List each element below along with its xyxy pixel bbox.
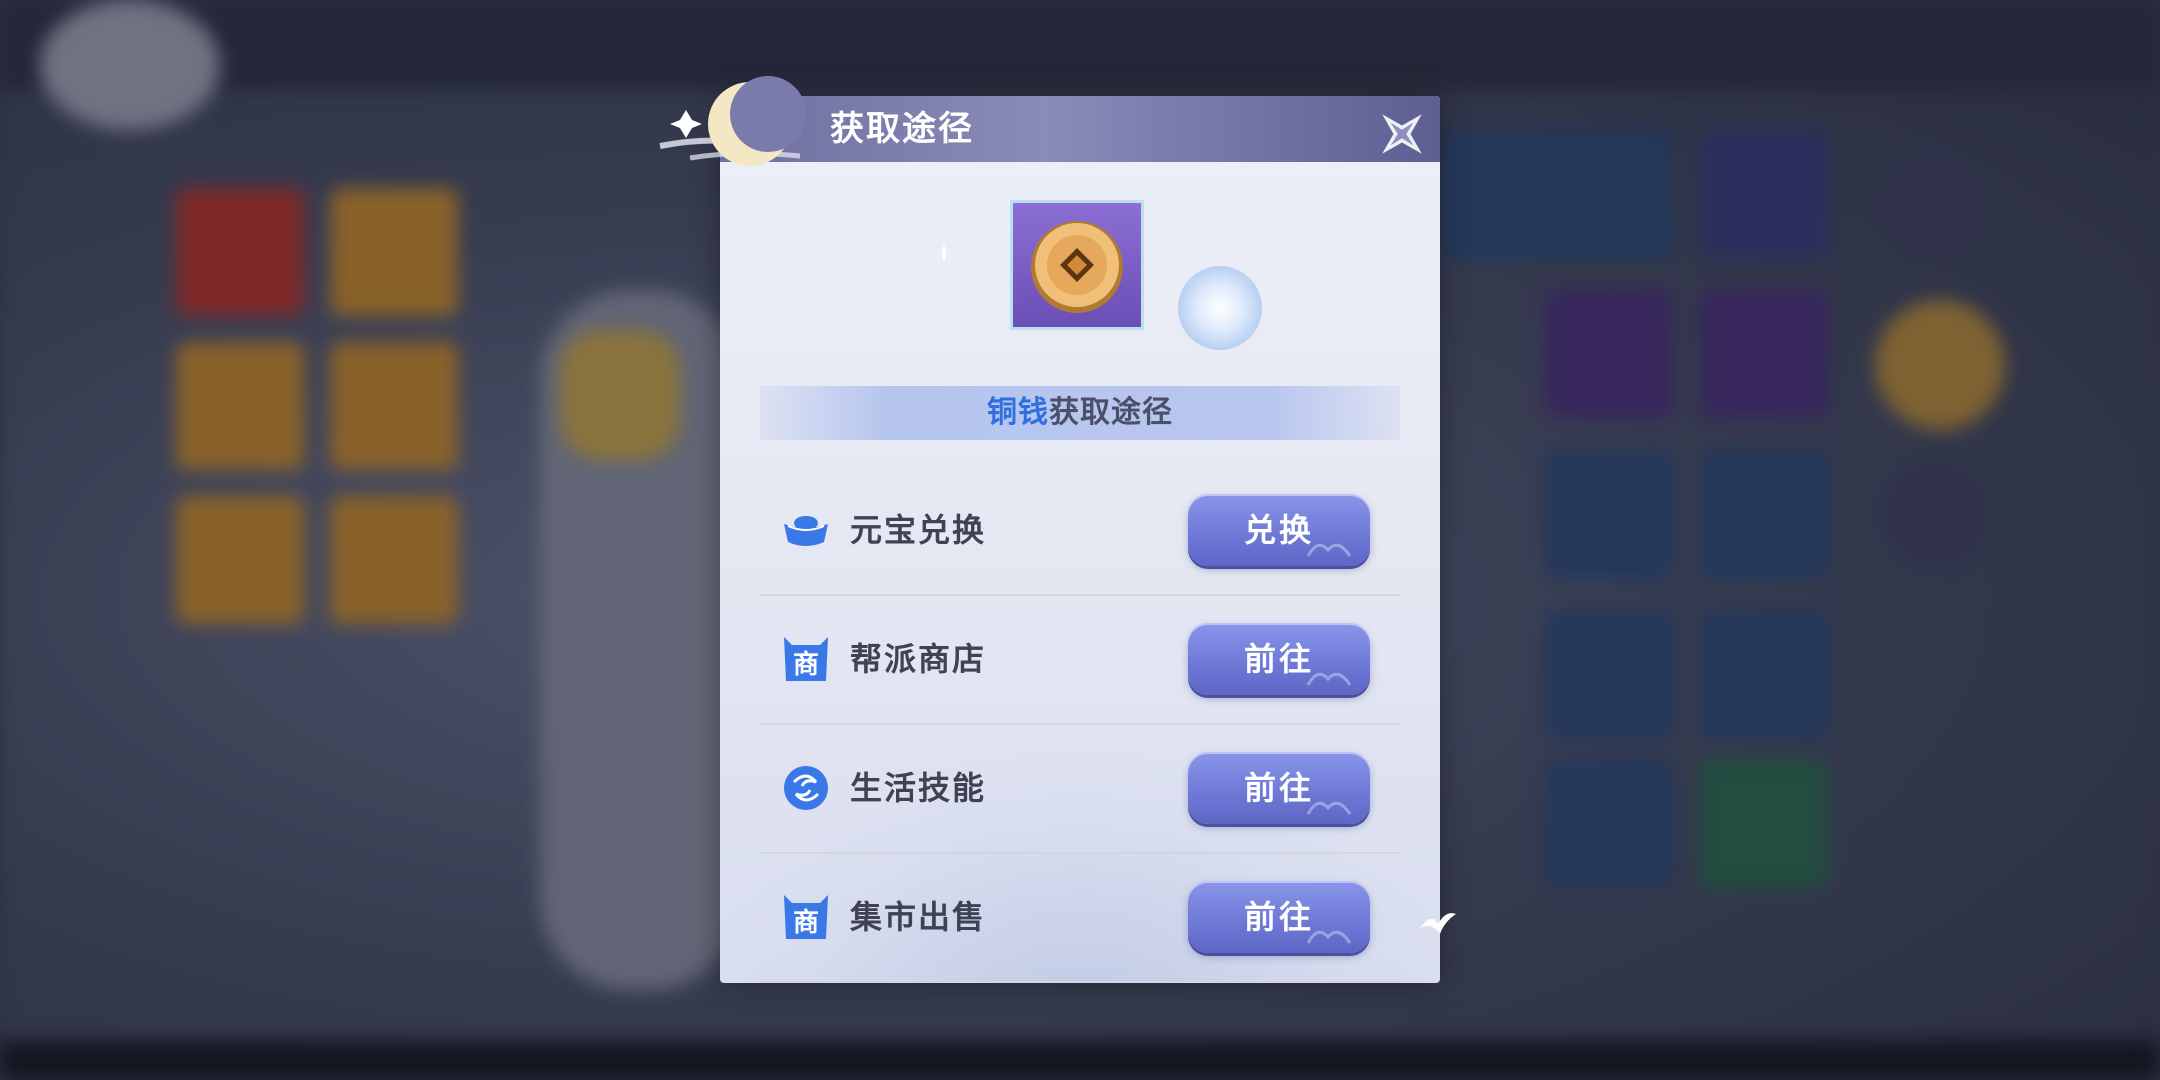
crescent-moon-icon: [659, 76, 806, 166]
source-label: 帮派商店: [850, 640, 987, 678]
source-label: 生活技能: [850, 769, 987, 807]
source-row: 生活技能 前往: [760, 724, 1400, 854]
item-slot[interactable]: [1010, 200, 1144, 330]
acquisition-dialog: 获取途径 铜钱获取途径 元宝兑换 兑换 商 帮派商店 前往 生活技能 前往 商 …: [659, 76, 1456, 983]
wave-icon: [1306, 672, 1352, 686]
source-row: 元宝兑换 兑换: [760, 466, 1400, 596]
sparkle-icon: [942, 242, 946, 264]
bird-deco-icon: [1420, 913, 1456, 934]
svg-text:商: 商: [793, 649, 819, 680]
close-icon: [1382, 114, 1422, 154]
item-name: 铜钱: [987, 395, 1049, 430]
close-button[interactable]: [1370, 102, 1434, 166]
section-title: 铜钱获取途径: [760, 386, 1400, 440]
button-label: 前往: [1243, 640, 1314, 678]
source-label: 集市出售: [850, 898, 987, 936]
shop-icon: 商: [784, 637, 828, 681]
copper-coin-icon: [1031, 221, 1123, 313]
wave-icon: [1306, 543, 1352, 557]
source-row: 商 集市出售 前往: [760, 853, 1400, 983]
source-row: 商 帮派商店 前往: [760, 595, 1400, 725]
swirl-skill-icon: [784, 766, 828, 810]
go-button[interactable]: 前往: [1188, 623, 1370, 695]
dialog-title: 获取途径: [830, 109, 974, 149]
exchange-button[interactable]: 兑换: [1188, 494, 1370, 566]
wave-icon: [1306, 801, 1352, 815]
section-header: 铜钱获取途径: [760, 386, 1400, 440]
button-label: 前往: [1243, 769, 1314, 807]
go-button[interactable]: 前往: [1188, 881, 1370, 953]
button-label: 前往: [1243, 898, 1314, 936]
go-button[interactable]: 前往: [1188, 752, 1370, 824]
glow-orb: [1178, 266, 1262, 350]
button-label: 兑换: [1243, 511, 1314, 549]
section-suffix: 获取途径: [1049, 395, 1173, 430]
wave-icon: [1306, 930, 1352, 944]
gold-ingot-icon: [784, 516, 828, 546]
source-label: 元宝兑换: [850, 511, 987, 549]
svg-text:商: 商: [793, 907, 819, 938]
dialog-title-bar: 获取途径: [659, 76, 1440, 166]
shop-icon: 商: [784, 895, 828, 939]
